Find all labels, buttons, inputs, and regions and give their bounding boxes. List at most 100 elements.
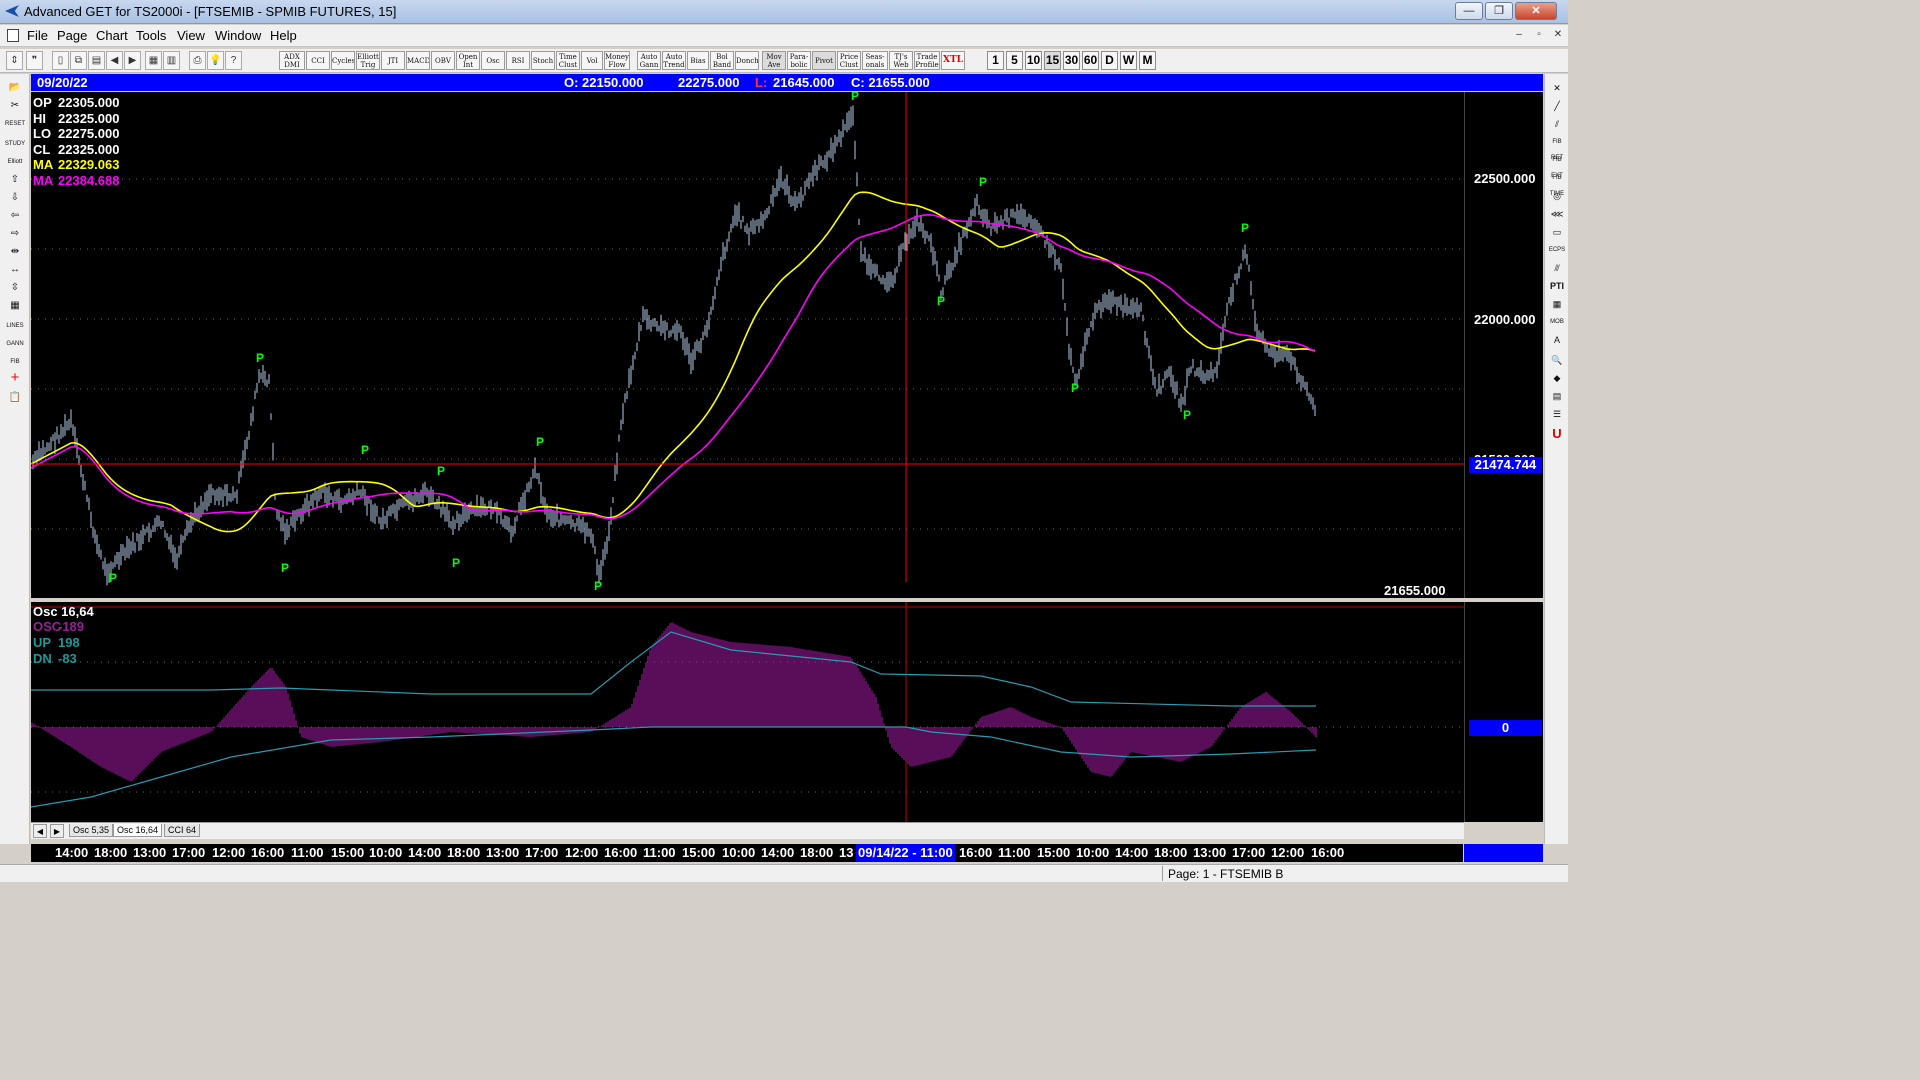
table-icon[interactable]: ▦ xyxy=(1547,296,1567,312)
osc-axis[interactable]: 0 xyxy=(1464,602,1543,822)
fan-icon[interactable]: ⋘ xyxy=(1547,206,1567,222)
study-button-seas-onals[interactable]: Seas- onals xyxy=(862,51,888,70)
study-button-para-bolic[interactable]: Para- bolic xyxy=(787,51,811,70)
study-button-open-int[interactable]: Open Int xyxy=(456,51,480,70)
mob-icon[interactable]: MOB xyxy=(1547,314,1567,330)
compress-bars-icon[interactable]: ⇹ xyxy=(4,244,26,260)
minimize-button[interactable]: — xyxy=(1455,2,1483,20)
arrow-down-icon[interactable]: ⇩ xyxy=(4,190,26,206)
back-icon[interactable]: ◀ xyxy=(106,51,123,70)
hint-icon[interactable]: 💡 xyxy=(207,51,224,70)
elliott-icon[interactable]: Elliott xyxy=(4,154,26,170)
undo-icon[interactable]: U xyxy=(1547,426,1567,442)
fib-ret-icon[interactable]: FIB RET xyxy=(1547,134,1567,161)
text-icon[interactable]: A xyxy=(1547,332,1567,348)
pin-icon[interactable]: ⇕ xyxy=(6,51,23,70)
parallel-lines-icon[interactable]: ⫽ xyxy=(1547,116,1567,132)
study-button-donch[interactable]: Donch xyxy=(735,51,759,70)
fib-time-icon[interactable]: FIB TIME xyxy=(1547,170,1567,197)
zoom-icon[interactable]: 🔍 xyxy=(1547,352,1567,368)
timeframe-button-10[interactable]: 10 xyxy=(1025,51,1042,70)
study-icon[interactable]: STUDY xyxy=(4,136,26,152)
study-button-time-clust[interactable]: Time Clust xyxy=(556,51,580,70)
tab-cci-64[interactable]: CCI 64 xyxy=(164,824,201,837)
open-chart-icon[interactable]: ▤ xyxy=(88,51,105,70)
channel-icon[interactable]: ⫻ xyxy=(1547,260,1567,276)
menu-view[interactable]: View xyxy=(177,28,205,43)
folder-icon[interactable]: 📂 xyxy=(4,80,26,96)
study-button-cci[interactable]: CCI xyxy=(306,51,330,70)
study-button-cycles[interactable]: Cycles xyxy=(331,51,355,70)
study-button-obv[interactable]: OBV xyxy=(431,51,455,70)
menu-tools[interactable]: Tools xyxy=(136,28,166,43)
timeframe-button-60[interactable]: 60 xyxy=(1082,51,1099,70)
layout-icon[interactable]: ▥ xyxy=(163,51,180,70)
study-button-money-flow[interactable]: Money Flow xyxy=(604,51,630,70)
arrow-right-icon[interactable]: ⇨ xyxy=(4,226,26,242)
list-icon[interactable]: ☰ xyxy=(1547,406,1567,422)
box-icon[interactable]: ▭ xyxy=(1547,224,1567,240)
price-axis[interactable]: 22500.000 22000.000 21500.000 21474.744 xyxy=(1464,92,1543,598)
crosshair-icon[interactable]: + xyxy=(4,370,26,386)
expand-bars-icon[interactable]: ↔ xyxy=(4,262,26,278)
scissors-icon[interactable]: ✂ xyxy=(4,98,26,114)
price-chart[interactable]: P P P P P P P P P P P P P P OP 22305.000 HI 22325.000 LO 2… xyxy=(31,92,1541,598)
spiral-icon[interactable]: ◎ xyxy=(1547,188,1567,204)
study-button-vol[interactable]: Vol xyxy=(581,51,603,70)
fib-icon[interactable]: FIB xyxy=(4,354,26,370)
study-button-elliott-trig[interactable]: Elliott Trig xyxy=(356,51,380,70)
scale-icon[interactable]: ⇳ xyxy=(4,280,26,296)
tab-next-button[interactable]: ▶ xyxy=(50,824,64,838)
reset-icon[interactable]: RESET xyxy=(4,116,26,132)
forward-icon[interactable]: ▶ xyxy=(124,51,141,70)
mdi-restore-button[interactable]: ▫ xyxy=(1530,28,1548,43)
study-button-osc[interactable]: Osc xyxy=(481,51,505,70)
arrow-left-icon[interactable]: ⇦ xyxy=(4,208,26,224)
restore-button[interactable]: ❐ xyxy=(1485,2,1513,20)
timeframe-button-5[interactable]: 5 xyxy=(1006,51,1023,70)
ellipse-icon[interactable]: ECPS xyxy=(1547,242,1567,258)
menu-file[interactable]: File xyxy=(27,28,48,43)
clipboard-icon[interactable]: 📋 xyxy=(4,390,26,406)
menu-page[interactable]: Page xyxy=(57,28,87,43)
new-page-icon[interactable]: ▯ xyxy=(52,51,69,70)
paint-icon[interactable]: ◆ xyxy=(1547,370,1567,386)
layers-icon[interactable]: ▤ xyxy=(1547,388,1567,404)
menu-chart[interactable]: Chart xyxy=(96,28,128,43)
tab-prev-button[interactable]: ◀ xyxy=(33,824,47,838)
pti-icon[interactable]: PTI xyxy=(1547,278,1567,294)
study-button-mov-ave[interactable]: Mov Ave xyxy=(762,51,786,70)
mdi-minimize-button[interactable]: – xyxy=(1510,28,1528,43)
menu-help[interactable]: Help xyxy=(270,28,297,43)
study-button-stoch[interactable]: Stoch xyxy=(531,51,555,70)
study-button-auto-gann[interactable]: Auto Gann xyxy=(637,51,661,70)
study-button-rsi[interactable]: RSI xyxy=(506,51,530,70)
trendline-icon[interactable]: ╱ xyxy=(1547,98,1567,114)
fib-ext-icon[interactable]: FIB EXT xyxy=(1547,152,1567,179)
tab-osc-5-35[interactable]: Osc 5,35 xyxy=(69,824,114,837)
grid-toggle-icon[interactable]: ▦ xyxy=(4,298,26,314)
grid-icon[interactable]: ▦ xyxy=(145,51,162,70)
timeframe-button-d[interactable]: D xyxy=(1101,51,1118,70)
timeframe-button-w[interactable]: W xyxy=(1120,51,1137,70)
study-button-adx-dmi[interactable]: ADX DMI xyxy=(279,51,305,70)
close-button[interactable]: ✕ xyxy=(1515,2,1557,20)
lines-icon[interactable]: LINES xyxy=(4,318,26,334)
timeframe-button-m[interactable]: M xyxy=(1139,51,1156,70)
help-icon[interactable]: ? xyxy=(225,51,242,70)
quote-icon[interactable]: ❞ xyxy=(26,51,43,70)
study-button-xtl[interactable]: XTL xyxy=(941,51,965,70)
erase-icon[interactable]: ✕ xyxy=(1547,80,1567,96)
study-button-bol-band[interactable]: Bol Band xyxy=(710,51,734,70)
study-button-bias[interactable]: Bias xyxy=(687,51,709,70)
timeframe-button-30[interactable]: 30 xyxy=(1063,51,1080,70)
mdi-close-button[interactable]: ✕ xyxy=(1549,28,1567,43)
time-axis[interactable]: 14:00 18:00 13:00 17:00 12:00 16:00 11:00 15:00… xyxy=(31,844,1463,862)
arrow-up-icon[interactable]: ⇧ xyxy=(4,172,26,188)
oscillator-panel[interactable]: Osc 16,64 OSC-189 UP 198 DN -83 xyxy=(31,602,1464,822)
study-button-pivot[interactable]: Pivot xyxy=(812,51,836,70)
study-button-trade-profile[interactable]: Trade Profile xyxy=(914,51,940,70)
study-button-tj-s-web[interactable]: TJ's Web xyxy=(889,51,913,70)
timeframe-button-1[interactable]: 1 xyxy=(987,51,1004,70)
print-icon[interactable]: ⎙ xyxy=(189,51,206,70)
